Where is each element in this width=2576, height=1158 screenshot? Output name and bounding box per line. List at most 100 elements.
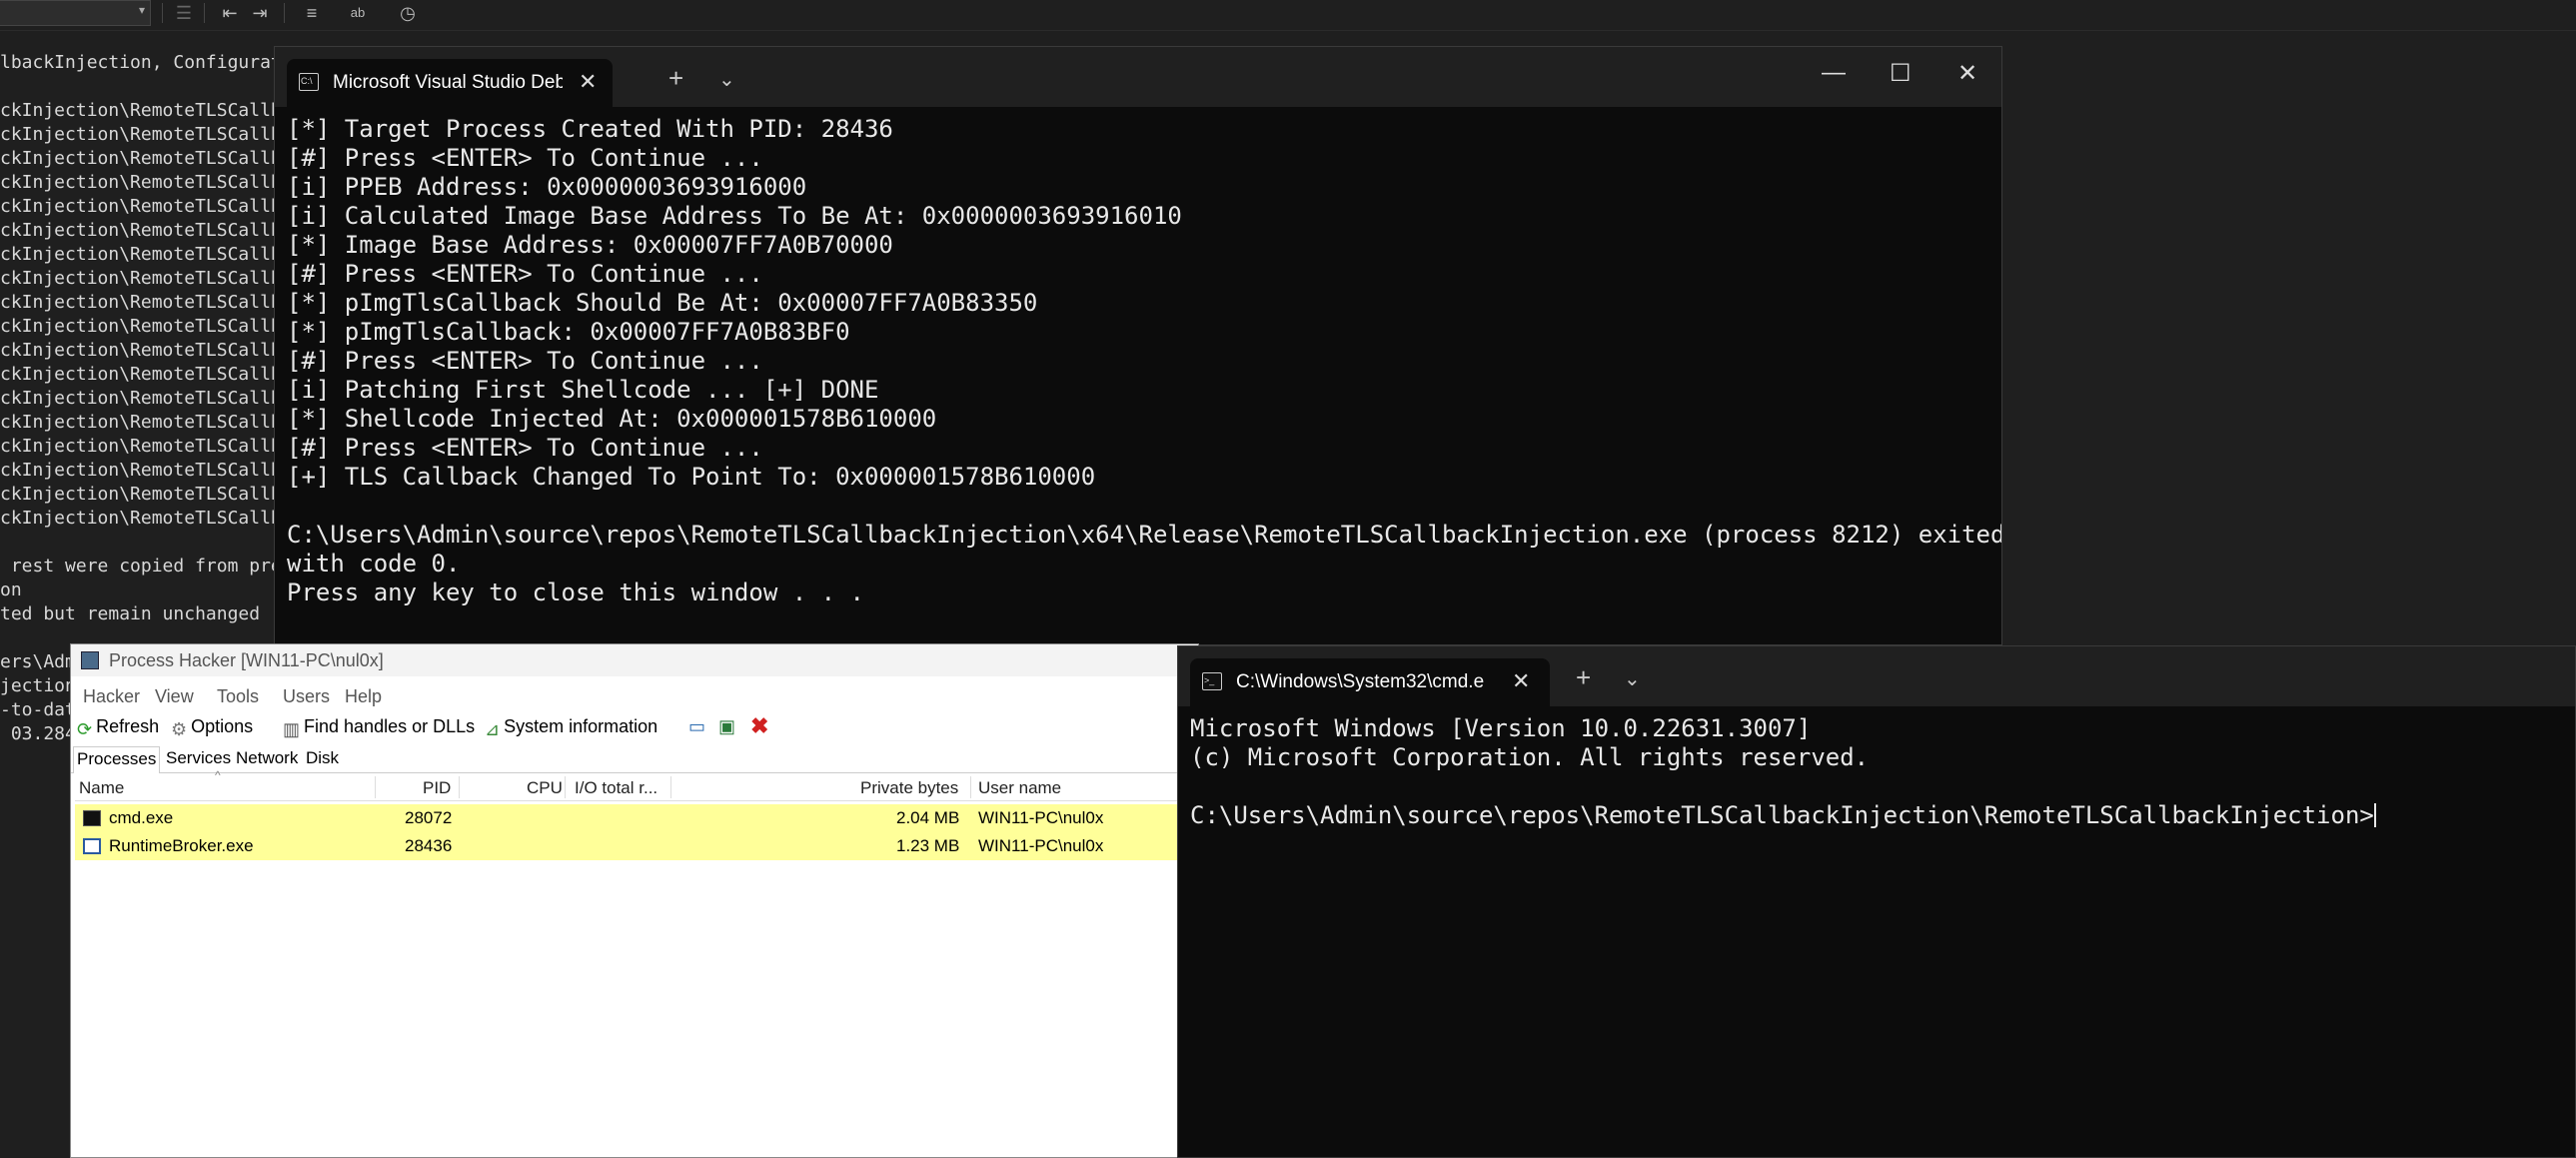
output-line: ckInjection\RemoteTLSCallbac bbox=[0, 196, 304, 217]
refresh-button[interactable]: ⟳ Refresh bbox=[77, 716, 159, 739]
process-user: WIN11-PC\nul0x bbox=[978, 836, 1104, 855]
find-handles-button[interactable]: ▥ Find handles or DLLs bbox=[283, 716, 475, 739]
gear-icon: ⚙ bbox=[171, 719, 188, 739]
toolbar-separator bbox=[204, 3, 205, 23]
terminate-icon[interactable]: ✖ bbox=[750, 713, 768, 739]
chevron-down-icon[interactable]: ⌄ bbox=[718, 67, 735, 92]
menu-users[interactable]: Users bbox=[283, 686, 330, 707]
output-line: ers\Adm bbox=[0, 651, 76, 672]
new-tab-icon[interactable]: + bbox=[668, 63, 683, 94]
chart-icon: ⊿ bbox=[485, 719, 501, 739]
table-row[interactable]: RuntimeBroker.exe 28436 1.23 MB WIN11-PC… bbox=[75, 832, 1198, 860]
binoculars-icon: ▥ bbox=[283, 719, 301, 739]
cmd-output[interactable]: Microsoft Windows [Version 10.0.22631.30… bbox=[1178, 706, 2575, 1157]
configuration-dropdown[interactable]: ▾ bbox=[0, 0, 151, 26]
process-hacker-window[interactable]: Process Hacker [WIN11-PC\nul0x] Hacker V… bbox=[70, 643, 1199, 1158]
options-button[interactable]: ⚙ Options bbox=[171, 716, 253, 739]
tab-network[interactable]: Network bbox=[233, 748, 301, 768]
column-header: Name ^ PID CPU I/O total r... Private by… bbox=[75, 768, 1198, 801]
tab-disk[interactable]: Disk bbox=[303, 748, 342, 768]
system-information-button[interactable]: ⊿ System information bbox=[485, 716, 657, 739]
comment-icon[interactable]: ☰ bbox=[172, 1, 196, 25]
process-pid: 28072 bbox=[405, 808, 453, 827]
console-line: [i] Patching First Shellcode ... [+] DON… bbox=[287, 376, 879, 404]
console-line: [*] pImgTlsCallback Should Be At: 0x0000… bbox=[287, 289, 1038, 317]
menu-view[interactable]: View bbox=[155, 686, 194, 707]
console-output[interactable]: [*] Target Process Created With PID: 284… bbox=[275, 107, 2001, 644]
close-window-icon[interactable]: ✕ bbox=[1957, 59, 1977, 88]
title-bar[interactable]: Process Hacker [WIN11-PC\nul0x] bbox=[71, 644, 1198, 676]
column-separator bbox=[565, 776, 566, 798]
column-cpu[interactable]: CPU bbox=[527, 778, 563, 798]
console-icon: >_ bbox=[1202, 672, 1222, 690]
maximize-icon[interactable]: ☐ bbox=[1890, 59, 1912, 88]
debug-console-window[interactable]: C:\ Microsoft Visual Studio Debug ✕ + ⌄ … bbox=[274, 46, 2002, 645]
title-bar[interactable]: C:\ Microsoft Visual Studio Debug ✕ + ⌄ … bbox=[275, 47, 2001, 107]
output-line: -to-dat bbox=[0, 699, 76, 720]
menu-bar: Hacker View Tools Users Help bbox=[71, 684, 1198, 708]
process-name: cmd.exe bbox=[109, 808, 174, 827]
console-line: [#] Press <ENTER> To Continue ... bbox=[287, 260, 763, 288]
column-name[interactable]: Name bbox=[79, 778, 124, 798]
refresh-icon: ⟳ bbox=[77, 719, 93, 739]
cmd-window[interactable]: >_ C:\Windows\System32\cmd.e ✕ + ⌄ Micro… bbox=[1177, 645, 2576, 1158]
column-user-name[interactable]: User name bbox=[978, 778, 1061, 798]
output-line: ckInjection\RemoteTLSCallbac bbox=[0, 436, 304, 457]
format-icon[interactable]: ≡ bbox=[300, 1, 324, 25]
console-icon: C:\ bbox=[299, 73, 319, 91]
outdent-icon[interactable]: ⇤ bbox=[218, 1, 242, 25]
chevron-down-icon[interactable]: ⌄ bbox=[1624, 666, 1641, 691]
tab-processes[interactable]: Processes bbox=[73, 746, 161, 773]
tab-title: C:\Windows\System32\cmd.e bbox=[1236, 671, 1485, 692]
output-line: ckInjection\RemoteTLSCallbac bbox=[0, 412, 304, 433]
output-line: ckInjection\RemoteTLSCallbac bbox=[0, 340, 304, 361]
toolbar-separator bbox=[284, 3, 285, 23]
tab-debug-console[interactable]: C:\ Microsoft Visual Studio Debug ✕ bbox=[287, 59, 613, 107]
output-line: ckInjection\RemoteTLSCallbac bbox=[0, 292, 304, 313]
app-icon bbox=[83, 838, 101, 854]
process-private-bytes: 1.23 MB bbox=[896, 836, 960, 855]
column-pid[interactable]: PID bbox=[423, 778, 451, 798]
output-line: ckInjection\RemoteTLSCallbac bbox=[0, 364, 304, 385]
menu-help[interactable]: Help bbox=[345, 686, 382, 707]
output-line: ckInjection\RemoteTLSCallbac bbox=[0, 220, 304, 241]
table-row[interactable]: cmd.exe 28072 2.04 MB WIN11-PC\nul0x bbox=[75, 804, 1198, 832]
console-line: [*] Image Base Address: 0x00007FF7A0B700… bbox=[287, 231, 893, 259]
column-io[interactable]: I/O total r... bbox=[575, 778, 657, 798]
column-separator bbox=[970, 776, 971, 798]
replace-icon[interactable]: ab bbox=[346, 1, 370, 25]
history-icon[interactable]: ◷ bbox=[396, 1, 420, 25]
menu-hacker[interactable]: Hacker bbox=[83, 686, 140, 707]
column-private-bytes[interactable]: Private bytes bbox=[860, 778, 958, 798]
tab-services[interactable]: Services bbox=[163, 748, 234, 768]
output-line: ckInjection\RemoteTLSCallbac bbox=[0, 268, 304, 289]
output-line: ted but remain unchanged bbox=[0, 603, 261, 624]
output-line: ckInjection\RemoteTLSCallbac bbox=[0, 460, 304, 481]
tab-cmd[interactable]: >_ C:\Windows\System32\cmd.e ✕ bbox=[1190, 658, 1550, 706]
tab-title: Microsoft Visual Studio Debug bbox=[333, 72, 563, 93]
output-line: ckInjection\RemoteTLSCallbac bbox=[0, 484, 304, 505]
console-line: [#] Press <ENTER> To Continue ... bbox=[287, 144, 763, 172]
new-tab-icon[interactable]: + bbox=[1576, 662, 1591, 693]
chevron-down-icon: ▾ bbox=[138, 3, 145, 17]
window-icon[interactable]: ▭ bbox=[688, 716, 705, 737]
close-tab-icon[interactable]: ✕ bbox=[1512, 668, 1530, 694]
title-bar[interactable]: >_ C:\Windows\System32\cmd.e ✕ + ⌄ bbox=[1178, 646, 2575, 706]
console-line: [i] Calculated Image Base Address To Be … bbox=[287, 202, 1182, 230]
tab-bar: Processes Services Network Disk bbox=[71, 746, 1198, 773]
vs-toolbar: ▾ ☰ ⇤ ⇥ ≡ ab ◷ bbox=[0, 0, 2576, 31]
minimize-icon[interactable]: — bbox=[1822, 59, 1846, 87]
cmd-icon bbox=[83, 810, 101, 826]
console-line: [*] Shellcode Injected At: 0x000001578B6… bbox=[287, 405, 937, 433]
indent-icon[interactable]: ⇥ bbox=[248, 1, 272, 25]
console-line: C:\Users\Admin\source\repos\RemoteTLSCal… bbox=[1190, 801, 2376, 829]
menu-tools[interactable]: Tools bbox=[217, 686, 259, 707]
close-tab-icon[interactable]: ✕ bbox=[579, 69, 597, 95]
process-list[interactable]: Name ^ PID CPU I/O total r... Private by… bbox=[75, 768, 1198, 1157]
window-title: Process Hacker [WIN11-PC\nul0x] bbox=[109, 650, 384, 670]
column-separator bbox=[459, 776, 460, 798]
output-line: ckInjection\RemoteTLSCallbac bbox=[0, 148, 304, 169]
window-find-icon[interactable]: ▣ bbox=[718, 716, 735, 737]
console-line: with code 0. bbox=[287, 550, 461, 578]
output-line: ckInjection\RemoteTLSCallbac bbox=[0, 172, 304, 193]
